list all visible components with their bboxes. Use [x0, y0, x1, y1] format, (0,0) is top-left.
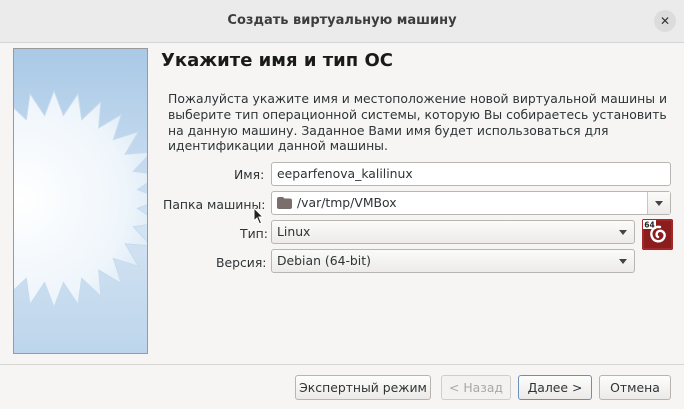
- version-select[interactable]: Debian (64-bit): [271, 249, 635, 273]
- folder-label: Папка машины:: [163, 197, 266, 212]
- expert-mode-button[interactable]: Экспертный режим: [295, 375, 431, 400]
- type-value: Linux: [277, 224, 311, 239]
- page-title: Укажите имя и тип ОС: [161, 50, 393, 71]
- os-type-icon: 64: [642, 219, 673, 250]
- mouse-pointer-icon: [253, 207, 265, 225]
- name-label: Имя:: [234, 167, 265, 182]
- chevron-down-icon: [655, 201, 663, 206]
- name-input[interactable]: eeparfenova_kalilinux: [271, 162, 671, 186]
- version-label: Версия:: [216, 255, 267, 270]
- name-input-value: eeparfenova_kalilinux: [277, 166, 413, 181]
- next-button[interactable]: Далее >: [518, 375, 592, 400]
- chevron-down-icon: [619, 259, 627, 264]
- type-select[interactable]: Linux: [271, 220, 635, 244]
- page-description: Пожалуйста укажите имя и местоположение …: [168, 91, 667, 154]
- folder-value: /var/tmp/VMBox: [297, 195, 397, 210]
- close-icon: ✕: [659, 14, 671, 28]
- back-button[interactable]: < Назад: [441, 375, 511, 400]
- starburst-graphic: [14, 89, 147, 309]
- type-label: Тип:: [240, 226, 268, 241]
- version-value: Debian (64-bit): [277, 253, 371, 268]
- button-row-separator: [0, 364, 684, 365]
- chevron-down-icon: [619, 230, 627, 235]
- starburst-shape: [14, 89, 147, 309]
- debian-logo-icon: 64: [642, 219, 673, 250]
- wizard-side-image: [13, 48, 148, 354]
- cancel-button[interactable]: Отмена: [599, 375, 671, 400]
- folder-combo[interactable]: /var/tmp/VMBox: [271, 191, 671, 215]
- window-title: Создать виртуальную машину: [227, 13, 457, 28]
- os-badge-text: 64: [644, 221, 654, 230]
- close-button[interactable]: ✕: [654, 10, 676, 32]
- folder-icon: [277, 196, 292, 209]
- title-bar: Создать виртуальную машину ✕: [0, 0, 684, 43]
- folder-dropdown-button[interactable]: [647, 192, 670, 214]
